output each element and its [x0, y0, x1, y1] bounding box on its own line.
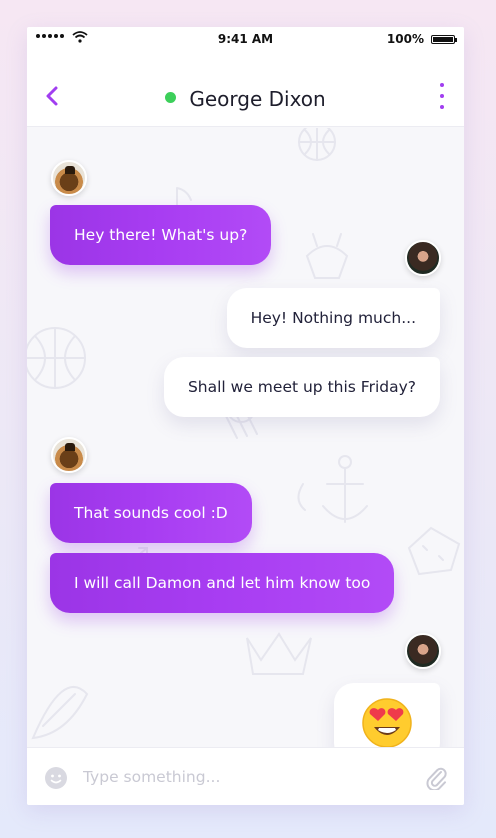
smiley-icon[interactable]: [44, 766, 68, 790]
message-input[interactable]: [83, 762, 403, 792]
chat-header: George Dixon: [27, 53, 464, 127]
message-bubble-incoming[interactable]: Hey there! What's up?: [50, 205, 272, 265]
message-bubble-outgoing[interactable]: Hey! Nothing much...: [226, 288, 440, 348]
chat-screen: 9:41 AM 100% George Dixon Hey there! Wha…: [27, 27, 464, 805]
message-text: Shall we meet up this Friday?: [187, 378, 416, 396]
battery-level: [433, 37, 453, 42]
battery-icon: [431, 35, 457, 44]
message-list[interactable]: Hey there! What's up? Hey! Nothing much.…: [27, 128, 464, 774]
status-bar: 9:41 AM 100%: [27, 27, 464, 53]
contact-avatar[interactable]: [51, 437, 87, 473]
contact-name: George Dixon: [189, 87, 326, 111]
message-text: I will call Damon and let him know too: [74, 574, 371, 592]
paperclip-icon[interactable]: [424, 764, 448, 790]
message-text: That sounds cool :D: [74, 504, 228, 522]
online-status-dot: [165, 91, 177, 103]
message-composer: [27, 747, 464, 805]
message-text: Hey there! What's up?: [74, 226, 248, 244]
message-bubble-outgoing[interactable]: Shall we meet up this Friday?: [163, 357, 440, 417]
battery-percentage: 100%: [386, 32, 424, 46]
message-bubble-incoming[interactable]: That sounds cool :D: [50, 483, 252, 543]
my-avatar[interactable]: [405, 633, 441, 669]
heart-eyes-emoji-icon: [362, 698, 412, 748]
contact-title[interactable]: George Dixon: [27, 87, 464, 111]
more-vertical-icon[interactable]: [440, 83, 446, 109]
message-bubble-incoming[interactable]: I will call Damon and let him know too: [50, 553, 395, 613]
contact-avatar[interactable]: [51, 160, 87, 196]
my-avatar[interactable]: [405, 240, 441, 276]
message-text: Hey! Nothing much...: [250, 309, 416, 327]
